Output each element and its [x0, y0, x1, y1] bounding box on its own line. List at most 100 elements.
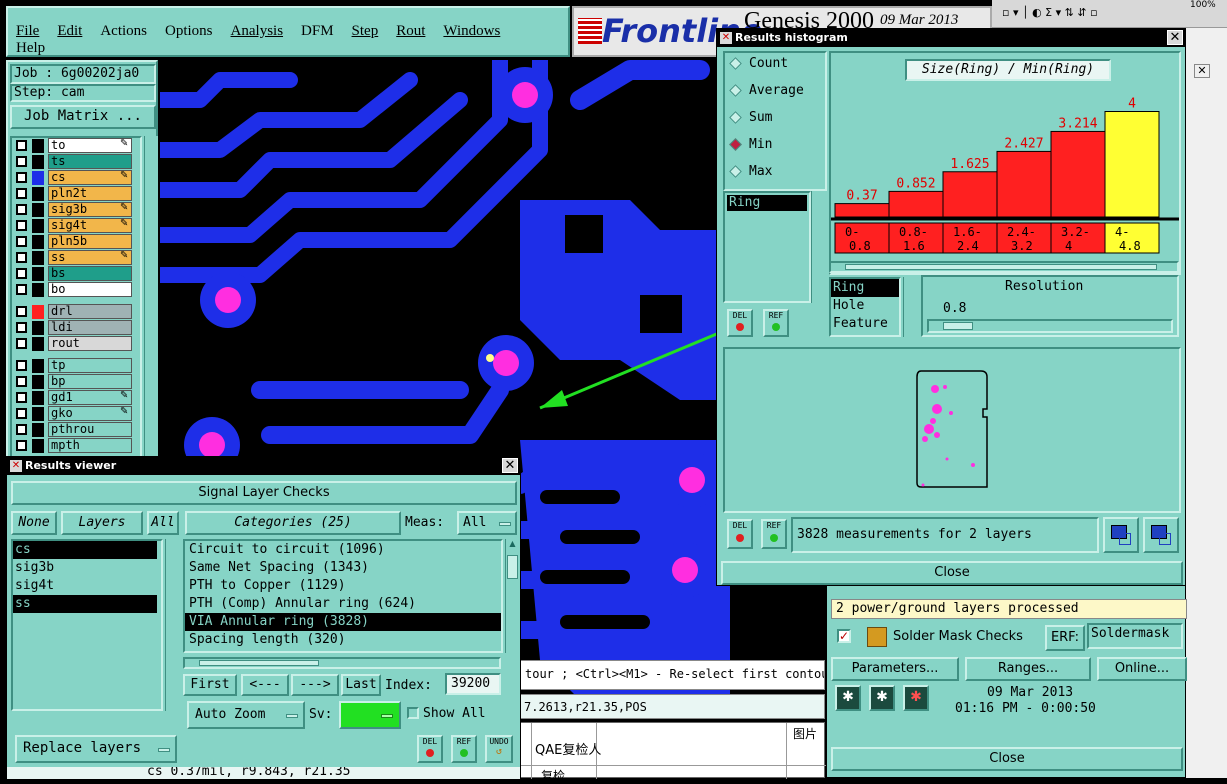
- menu-actions[interactable]: Actions: [100, 23, 147, 40]
- layer-checkbox[interactable]: [16, 322, 27, 333]
- histogram-bar[interactable]: [942, 171, 998, 218]
- layer-checkbox[interactable]: [16, 236, 27, 247]
- show-all-checkbox[interactable]: [407, 707, 419, 719]
- layer-checkbox[interactable]: [16, 306, 27, 317]
- layer-result-item[interactable]: sig4t: [13, 577, 157, 595]
- ranges-button[interactable]: Ranges...: [965, 657, 1091, 681]
- none-button[interactable]: None: [11, 511, 57, 535]
- run-icon[interactable]: ✱: [835, 685, 861, 711]
- categories-button[interactable]: Categories (25): [185, 511, 401, 535]
- category-item[interactable]: Spacing length (320): [185, 631, 501, 649]
- erf-input[interactable]: Soldermask: [1087, 623, 1183, 649]
- layer-name[interactable]: bp: [48, 374, 132, 389]
- import-chart-icon[interactable]: [1143, 517, 1179, 553]
- layer-checkbox[interactable]: [16, 156, 27, 167]
- parameters-button[interactable]: Parameters...: [831, 657, 959, 681]
- category-item[interactable]: Same Net Spacing (1343): [185, 559, 501, 577]
- signal-layer-checks-header[interactable]: Signal Layer Checks: [11, 481, 517, 505]
- layer-name[interactable]: rout: [48, 336, 132, 351]
- auto-zoom-dropdown[interactable]: Auto Zoom: [187, 701, 305, 729]
- layer-checkbox[interactable]: [16, 392, 27, 403]
- export-chart-icon[interactable]: [1103, 517, 1139, 553]
- layer-checkbox[interactable]: [16, 252, 27, 263]
- close-icon[interactable]: ✕: [1167, 30, 1183, 45]
- layer-row[interactable]: ss ✎: [12, 250, 140, 266]
- type-scrollbar[interactable]: [903, 277, 917, 337]
- histogram-bar[interactable]: [834, 203, 890, 218]
- histogram-close-button[interactable]: Close: [721, 561, 1183, 585]
- chart-hscroll[interactable]: [829, 261, 1179, 273]
- layer-row[interactable]: pln5b: [12, 234, 140, 250]
- prev-button[interactable]: <---: [241, 674, 289, 696]
- menu-dfm[interactable]: DFM: [301, 23, 334, 40]
- mode-radio-count[interactable]: Count: [725, 53, 825, 80]
- histogram-bar[interactable]: [996, 150, 1052, 218]
- layer-row[interactable]: ts: [12, 154, 140, 170]
- last-button[interactable]: Last: [341, 674, 381, 696]
- attribute-item[interactable]: Ring: [727, 195, 807, 211]
- menu-analysis[interactable]: Analysis: [231, 23, 284, 40]
- menu-windows[interactable]: Windows: [443, 23, 500, 40]
- category-scrollbar[interactable]: ▲: [505, 539, 519, 653]
- layer-checkbox[interactable]: [16, 204, 27, 215]
- mode-radio-max[interactable]: Max: [725, 161, 825, 188]
- layers-button[interactable]: Layers: [61, 511, 143, 535]
- layer-checkbox[interactable]: [16, 284, 27, 295]
- layer-checkbox[interactable]: [16, 188, 27, 199]
- layer-row[interactable]: mpth: [12, 438, 140, 454]
- slider-thumb[interactable]: [943, 322, 973, 330]
- layer-row[interactable]: sig4t ✎: [12, 218, 140, 234]
- layer-name[interactable]: ts: [48, 154, 132, 169]
- layer-row[interactable]: to ✎: [12, 138, 140, 154]
- category-item[interactable]: PTH (Comp) Annular ring (624): [185, 595, 501, 613]
- layer-checkbox[interactable]: [16, 220, 27, 231]
- menu-file[interactable]: File: [16, 23, 39, 40]
- layer-name[interactable]: bs: [48, 266, 132, 281]
- mode-radio-sum[interactable]: Sum: [725, 107, 825, 134]
- type-item[interactable]: Hole: [831, 297, 899, 315]
- close-icon[interactable]: ✕: [502, 458, 518, 473]
- layer-name[interactable]: pln2t: [48, 186, 132, 201]
- category-hscroll[interactable]: [183, 657, 501, 669]
- layer-row[interactable]: tp: [12, 358, 140, 374]
- layer-row[interactable]: gko ✎: [12, 406, 140, 422]
- menu-step[interactable]: Step: [352, 23, 379, 40]
- layer-row[interactable]: bo: [12, 282, 140, 298]
- del-button[interactable]: DEL: [727, 519, 753, 549]
- layer-checkbox[interactable]: [16, 172, 27, 183]
- menu-help[interactable]: Help: [16, 40, 45, 57]
- all-button[interactable]: All: [147, 511, 179, 535]
- resolution-slider[interactable]: [927, 319, 1173, 333]
- ref-button[interactable]: REF: [761, 519, 787, 549]
- layer-result-scrollbar[interactable]: [165, 539, 179, 711]
- erf-button[interactable]: ERF:: [1045, 625, 1085, 651]
- meas-dropdown[interactable]: All: [457, 511, 517, 535]
- menu-options[interactable]: Options: [165, 23, 213, 40]
- layer-result-item[interactable]: sig3b: [13, 559, 157, 577]
- index-input[interactable]: 39200: [445, 673, 501, 695]
- mode-radio-average[interactable]: Average: [725, 80, 825, 107]
- layer-row[interactable]: bp: [12, 374, 140, 390]
- layer-row[interactable]: pln2t: [12, 186, 140, 202]
- category-item[interactable]: VIA Annular ring (3828): [185, 613, 501, 631]
- ref-button[interactable]: REF: [451, 735, 477, 763]
- category-item[interactable]: Circuit to circuit (1096): [185, 541, 501, 559]
- sv-color-dropdown[interactable]: [339, 701, 401, 729]
- online-button[interactable]: Online...: [1097, 657, 1187, 681]
- replace-layers-dropdown[interactable]: Replace layers: [15, 735, 177, 763]
- solder-mask-checkbox[interactable]: ✓: [837, 629, 851, 643]
- category-item[interactable]: PTH to Copper (1129): [185, 577, 501, 595]
- layer-row[interactable]: ldi: [12, 320, 140, 336]
- panel-close-button[interactable]: Close: [831, 747, 1183, 771]
- layer-name[interactable]: bo: [48, 282, 132, 297]
- histogram-bar[interactable]: [1050, 130, 1106, 218]
- layer-name[interactable]: tp: [48, 358, 132, 373]
- type-item[interactable]: Feature: [831, 315, 899, 333]
- histogram-bar[interactable]: [888, 190, 944, 218]
- layer-name[interactable]: mpth: [48, 438, 132, 453]
- layer-checkbox[interactable]: [16, 376, 27, 387]
- layer-row[interactable]: sig3b ✎: [12, 202, 140, 218]
- type-item[interactable]: Ring: [831, 279, 899, 297]
- layer-checkbox[interactable]: [16, 140, 27, 151]
- layer-name[interactable]: ldi: [48, 320, 132, 335]
